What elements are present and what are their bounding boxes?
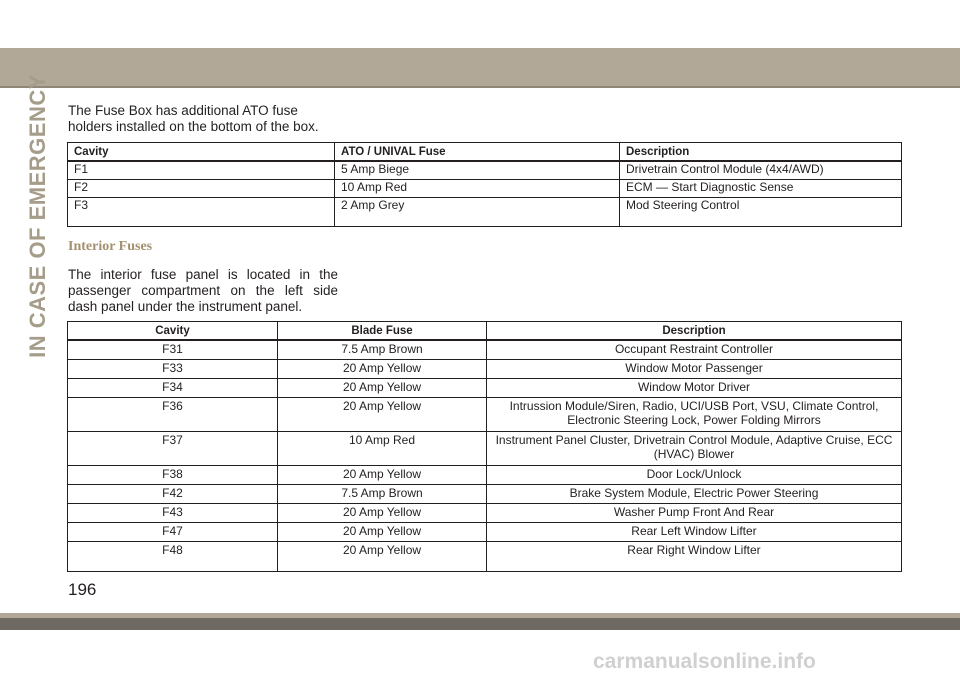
column-header-description: Description bbox=[619, 142, 902, 162]
table-row: F47 20 Amp Yellow Rear Left Window Lifte… bbox=[67, 522, 902, 542]
watermark-text: carmanualsonline.info bbox=[593, 650, 816, 673]
cell-cavity: F1 bbox=[67, 160, 335, 180]
cell-cavity: F38 bbox=[67, 465, 278, 485]
cell-fuse: 7.5 Amp Brown bbox=[277, 339, 487, 360]
section-tab-label: IN CASE OF EMERGENCY bbox=[25, 73, 50, 358]
cell-description: Rear Left Window Lifter bbox=[486, 522, 902, 542]
top-decor-band bbox=[0, 48, 960, 88]
table-row: F34 20 Amp Yellow Window Motor Driver bbox=[67, 378, 902, 398]
interior-fuse-table: Cavity Blade Fuse Description F31 7.5 Am… bbox=[67, 321, 902, 572]
cell-description: Window Motor Driver bbox=[486, 378, 902, 398]
cell-description: Intrussion Module/Siren, Radio, UCI/USB … bbox=[486, 397, 902, 432]
cell-description: ECM — Start Diagnostic Sense bbox=[619, 179, 902, 198]
cell-fuse: 2 Amp Grey bbox=[334, 197, 620, 227]
table-row: F31 7.5 Amp Brown Occupant Restraint Con… bbox=[67, 339, 902, 360]
column-header-fuse: ATO / UNIVAL Fuse bbox=[334, 142, 620, 162]
cell-fuse: 7.5 Amp Brown bbox=[277, 484, 487, 504]
cell-fuse: 20 Amp Yellow bbox=[277, 465, 487, 485]
cell-fuse: 10 Amp Red bbox=[334, 179, 620, 198]
cell-description: Washer Pump Front And Rear bbox=[486, 503, 902, 523]
cell-description: Instrument Panel Cluster, Drivetrain Con… bbox=[486, 431, 902, 466]
cell-description: Drivetrain Control Module (4x4/AWD) bbox=[619, 160, 902, 180]
section-tab: IN CASE OF EMERGENCY bbox=[24, 74, 52, 358]
ato-fuse-table: Cavity ATO / UNIVAL Fuse Description F1 … bbox=[67, 142, 902, 227]
cell-fuse: 20 Amp Yellow bbox=[277, 359, 487, 379]
table-row: F2 10 Amp Red ECM — Start Diagnostic Sen… bbox=[67, 179, 902, 198]
cell-cavity: F33 bbox=[67, 359, 278, 379]
cell-cavity: F42 bbox=[67, 484, 278, 504]
cell-cavity: F48 bbox=[67, 541, 278, 572]
cell-fuse: 10 Amp Red bbox=[277, 431, 487, 466]
cell-cavity: F2 bbox=[67, 179, 335, 198]
table-row: F43 20 Amp Yellow Washer Pump Front And … bbox=[67, 503, 902, 523]
column-header-description: Description bbox=[486, 321, 902, 341]
page-number: 196 bbox=[68, 580, 97, 599]
cell-cavity: F3 bbox=[67, 197, 335, 227]
table-row: F3 2 Amp Grey Mod Steering Control bbox=[67, 197, 902, 227]
cell-fuse: 20 Amp Yellow bbox=[277, 378, 487, 398]
interior-paragraph: The interior fuse panel is located in th… bbox=[68, 267, 338, 314]
cell-cavity: F31 bbox=[67, 339, 278, 360]
table-row: F37 10 Amp Red Instrument Panel Cluster,… bbox=[67, 431, 902, 466]
table-row: F42 7.5 Amp Brown Brake System Module, E… bbox=[67, 484, 902, 504]
cell-description: Brake System Module, Electric Power Stee… bbox=[486, 484, 902, 504]
cell-cavity: F34 bbox=[67, 378, 278, 398]
cell-fuse: 20 Amp Yellow bbox=[277, 503, 487, 523]
bottom-decor-line bbox=[0, 618, 960, 630]
cell-fuse: 20 Amp Yellow bbox=[277, 397, 487, 432]
cell-description: Window Motor Passenger bbox=[486, 359, 902, 379]
table-row: F33 20 Amp Yellow Window Motor Passenger bbox=[67, 359, 902, 379]
cell-description: Mod Steering Control bbox=[619, 197, 902, 227]
cell-description: Door Lock/Unlock bbox=[486, 465, 902, 485]
table-row: F48 20 Amp Yellow Rear Right Window Lift… bbox=[67, 541, 902, 572]
intro-paragraph: The Fuse Box has additional ATO fuse hol… bbox=[68, 103, 319, 134]
top-decor-line bbox=[0, 86, 960, 88]
column-header-cavity: Cavity bbox=[67, 142, 335, 162]
table-row: F36 20 Amp Yellow Intrussion Module/Sire… bbox=[67, 397, 902, 432]
cell-cavity: F43 bbox=[67, 503, 278, 523]
cell-fuse: 20 Amp Yellow bbox=[277, 541, 487, 572]
cell-cavity: F37 bbox=[67, 431, 278, 466]
cell-description: Occupant Restraint Controller bbox=[486, 339, 902, 360]
column-header-cavity: Cavity bbox=[67, 321, 278, 341]
section-heading: Interior Fuses bbox=[68, 239, 153, 254]
table-row: F1 5 Amp Biege Drivetrain Control Module… bbox=[67, 160, 902, 180]
table-header-row: Cavity Blade Fuse Description bbox=[67, 321, 902, 341]
table-row: F38 20 Amp Yellow Door Lock/Unlock bbox=[67, 465, 902, 485]
table-header-row: Cavity ATO / UNIVAL Fuse Description bbox=[67, 142, 902, 162]
cell-cavity: F36 bbox=[67, 397, 278, 432]
cell-fuse: 5 Amp Biege bbox=[334, 160, 620, 180]
cell-cavity: F47 bbox=[67, 522, 278, 542]
cell-description: Rear Right Window Lifter bbox=[486, 541, 902, 572]
cell-fuse: 20 Amp Yellow bbox=[277, 522, 487, 542]
column-header-blade-fuse: Blade Fuse bbox=[277, 321, 487, 341]
